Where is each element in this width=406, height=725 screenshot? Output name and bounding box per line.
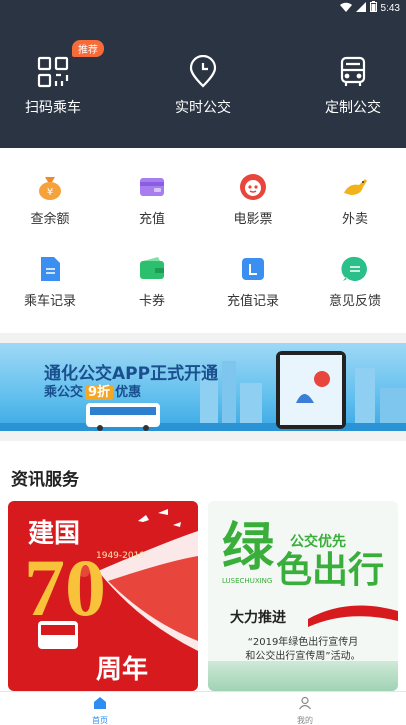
tab-profile[interactable]: 我的 bbox=[275, 695, 335, 725]
grid-item-takeout[interactable]: 外卖 bbox=[305, 173, 405, 227]
grid-item-label: 充值 bbox=[138, 212, 165, 227]
news-card-70th-anniversary[interactable]: 建国 1949-2019 70 周年 bbox=[8, 501, 198, 691]
card-right-footer-decoration bbox=[208, 661, 398, 691]
money-bag-icon: ¥ bbox=[36, 173, 64, 201]
recommend-badge: 推荐 bbox=[72, 40, 104, 57]
quick-actions-grid: ¥ 查余额 充值 电影票 外卖 乘车记录 卡券 充值记录 意见反馈 bbox=[0, 148, 406, 333]
card-left-number: 70 bbox=[24, 542, 106, 633]
tab-home-label: 首页 bbox=[92, 716, 108, 725]
grid-item-label: 卡券 bbox=[138, 294, 165, 309]
news-section-title: 资讯服务 bbox=[11, 470, 79, 490]
grid-item-label: 外卖 bbox=[341, 212, 368, 227]
grid-item-balance[interactable]: ¥ 查余额 bbox=[0, 173, 100, 227]
status-time: 5:43 bbox=[380, 2, 400, 14]
wifi-icon bbox=[339, 2, 352, 15]
bus-icon bbox=[336, 55, 370, 89]
movie-cat-icon bbox=[239, 173, 267, 201]
discount-highlight: 9折 bbox=[85, 385, 114, 400]
recharge-record-icon bbox=[239, 255, 267, 283]
custom-bus-button[interactable]: 定制公交 bbox=[293, 55, 406, 117]
grid-item-label: 乘车记录 bbox=[23, 294, 76, 309]
banner-subtitle: 乘公交 9折 优惠 bbox=[44, 381, 141, 400]
grid-item-recharge-record[interactable]: 充值记录 bbox=[203, 255, 303, 309]
news-card-green-travel[interactable]: 绿 公交优先 LUSECHUXING 色出行 大力推进 “2019年绿色出行宣传… bbox=[208, 501, 398, 691]
grid-item-feedback[interactable]: 意见反馈 bbox=[305, 255, 405, 309]
realtime-bus-button[interactable]: 实时公交 bbox=[143, 54, 263, 117]
document-icon bbox=[36, 255, 64, 283]
feedback-icon bbox=[341, 255, 369, 283]
qr-scan-icon bbox=[36, 55, 70, 89]
promo-banner[interactable]: 通化公交APP正式开通 乘公交 9折 优惠 bbox=[0, 343, 406, 431]
battery-icon bbox=[369, 1, 377, 15]
card-right-rest: 色出行 bbox=[276, 550, 385, 591]
tab-profile-label: 我的 bbox=[297, 716, 313, 725]
location-pin-icon bbox=[186, 54, 220, 89]
tab-home[interactable]: 首页 bbox=[70, 695, 130, 725]
grid-item-recharge[interactable]: 充值 bbox=[102, 173, 202, 227]
banner-sub-suffix: 优惠 bbox=[115, 385, 142, 400]
bottom-tab-bar: 首页 我的 bbox=[0, 691, 406, 725]
top-header: 5:43 扫码乘车 推荐 实时公交 定制公交 bbox=[0, 0, 406, 148]
grid-item-label: 电影票 bbox=[233, 212, 273, 227]
card-wallet-icon bbox=[138, 255, 166, 283]
red-ribbon-decoration bbox=[308, 605, 398, 627]
card-right-small: 公交优先 bbox=[290, 534, 346, 550]
news-section: 资讯服务 建国 1949-2019 70 周年 绿 公交优先 LUSECHUXI… bbox=[0, 441, 406, 691]
grid-item-movie[interactable]: 电影票 bbox=[203, 173, 303, 227]
grid-item-ride-record[interactable]: 乘车记录 bbox=[0, 255, 100, 309]
signal-icon bbox=[355, 1, 366, 15]
grid-item-coupon[interactable]: 卡券 bbox=[102, 255, 202, 309]
card-right-big-char: 绿 bbox=[222, 520, 275, 577]
wallet-icon bbox=[138, 173, 166, 201]
kangaroo-icon bbox=[341, 173, 369, 201]
grid-item-label: 充值记录 bbox=[226, 294, 279, 309]
user-icon bbox=[275, 695, 335, 714]
card-right-desc-1: “2019年绿色出行宣传月 bbox=[247, 637, 359, 648]
scan-ride-button[interactable]: 扫码乘车 bbox=[0, 55, 113, 117]
banner-sub-prefix: 乘公交 bbox=[44, 385, 84, 400]
svg-text:¥: ¥ bbox=[47, 187, 53, 198]
grid-item-label: 意见反馈 bbox=[328, 294, 381, 309]
status-bar: 5:43 bbox=[0, 0, 406, 16]
custom-bus-label: 定制公交 bbox=[325, 100, 381, 116]
grid-item-label: 查余额 bbox=[30, 212, 70, 227]
card-right-pinyin: LUSECHUXING bbox=[222, 577, 273, 585]
realtime-bus-label: 实时公交 bbox=[175, 100, 231, 116]
card-right-desc-2: 和公交出行宣传周”活动。 bbox=[245, 651, 361, 662]
home-icon bbox=[70, 695, 130, 714]
scan-ride-label: 扫码乘车 bbox=[25, 100, 81, 116]
card-left-subline: 周年 bbox=[96, 655, 149, 685]
